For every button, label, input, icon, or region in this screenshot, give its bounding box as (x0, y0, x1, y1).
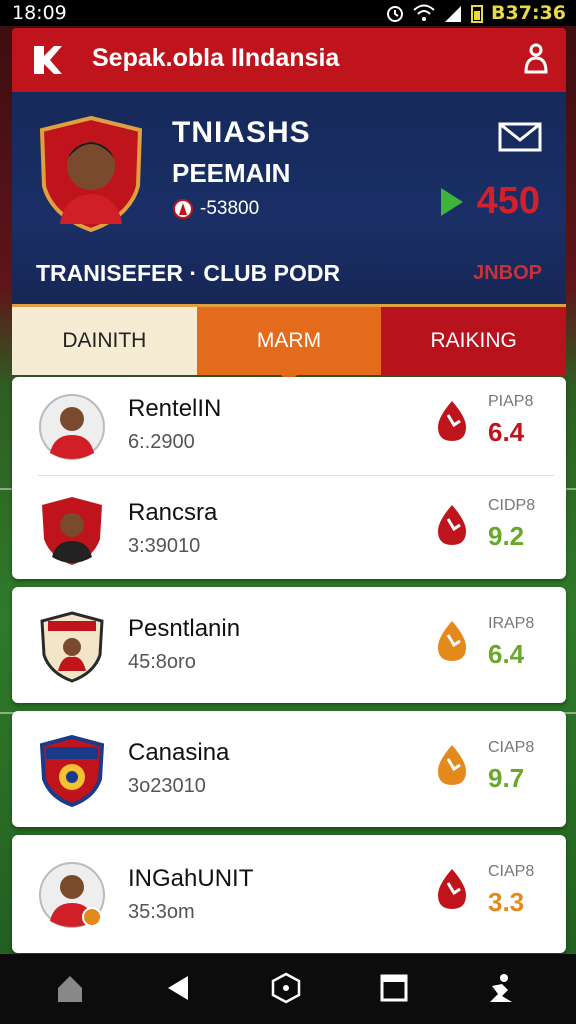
transfer-label: TRANISEFER · CLUB PODR (36, 260, 341, 286)
alarm-icon (387, 6, 404, 22)
trend-up-arrow-icon (440, 187, 463, 216)
featured-player-role: PEEMAIN (172, 158, 291, 188)
player-name: INGahUNIT (128, 865, 254, 892)
recents-icon[interactable] (378, 972, 410, 1004)
stat-value: 6.4 (488, 639, 525, 669)
featured-player-value-row: -53800 (172, 198, 259, 220)
featured-player-value: -53800 (200, 198, 260, 219)
player-name: Rancsra (128, 499, 218, 526)
player-name: Canasina (128, 739, 230, 766)
player-value: 45:8oro (128, 651, 196, 673)
featured-player-name: TNIASHS (172, 116, 311, 149)
stat-label: IRAP8 (488, 615, 535, 632)
list-item[interactable]: Canasina 3o23010 CIAP8 9.7 (12, 711, 566, 827)
trend-down-icon (438, 505, 466, 545)
profile-menu-icon[interactable] (522, 42, 550, 78)
tab-bar: DAINITH MARM RAIKING (12, 307, 567, 383)
app-title: Sepak.obla lIndansia (92, 44, 340, 72)
player-card-group: RentelIN 6:.2900 PIAP8 6.4 Rancsra 3:390… (12, 377, 566, 579)
app-bar: Sepak.obla lIndansia (12, 28, 566, 92)
featured-player-score: 450 (476, 180, 540, 222)
player-value: 3:39010 (128, 535, 201, 557)
battery-icon (471, 5, 484, 23)
stat-label: CIAP8 (488, 863, 535, 880)
tab-marm[interactable]: MARM (196, 307, 382, 383)
battery-level: B37:36 (491, 2, 566, 24)
score-row: 450 (439, 180, 540, 223)
tab-dainith[interactable]: DAINITH (12, 307, 197, 375)
stat-value: 9.2 (488, 521, 525, 551)
player-value: 35:3om (128, 901, 195, 923)
trend-down-icon (438, 401, 466, 441)
stat-value: 6.4 (488, 417, 525, 447)
tab-raiking[interactable]: RAIKING (381, 307, 567, 375)
player-value: 3o23010 (128, 775, 206, 797)
divider (38, 475, 554, 476)
transfer-tag[interactable]: JNBOP (473, 262, 542, 285)
list-item[interactable]: RentelIN 6:.2900 PIAP8 6.4 (12, 377, 566, 473)
app-logo-icon[interactable] (30, 42, 66, 78)
stat-label: PIAP8 (488, 393, 534, 410)
wifi-icon (413, 4, 435, 21)
trend-down-icon (438, 745, 466, 785)
status-icons: B37:36 (385, 2, 566, 24)
club-crest-icon (40, 611, 104, 683)
shield-home-icon[interactable] (270, 972, 302, 1004)
player-name: RentelIN (128, 395, 222, 422)
trend-down-icon (438, 621, 466, 661)
club-shield-icon (39, 735, 105, 807)
user-icon[interactable] (486, 972, 518, 1004)
stat-label: CIAP8 (488, 739, 535, 756)
home-icon[interactable] (54, 972, 86, 1004)
player-avatar-icon (39, 862, 105, 928)
player-value: 6:.2900 (128, 431, 195, 453)
list-item[interactable]: Pesntlanin 45:8oro IRAP8 6.4 (12, 587, 566, 703)
player-avatar-icon (39, 394, 105, 460)
player-portrait-shield-icon (39, 116, 143, 232)
player-badge-icon (42, 497, 102, 565)
back-icon[interactable] (162, 972, 194, 1004)
signal-icon (445, 6, 462, 22)
stat-value: 9.7 (488, 763, 525, 793)
featured-player-card[interactable]: TNIASHS PEEMAIN -53800 450 TRANISEFER · … (12, 92, 566, 307)
status-time: 18:09 (12, 2, 67, 24)
status-bar: 18:09 B37:36 (0, 0, 576, 26)
player-name: Pesntlanin (128, 615, 241, 642)
trend-down-icon (438, 869, 466, 909)
stat-label: CIDP8 (488, 497, 536, 514)
stat-value: 3.3 (488, 887, 525, 917)
message-icon[interactable] (498, 122, 542, 152)
list-item[interactable]: INGahUNIT 35:3om CIAP8 3.3 (12, 835, 566, 953)
navigation-bar (0, 954, 576, 1024)
list-item[interactable]: Rancsra 3:39010 CIDP8 9.2 (12, 481, 566, 577)
club-mini-badge-icon (173, 199, 193, 219)
